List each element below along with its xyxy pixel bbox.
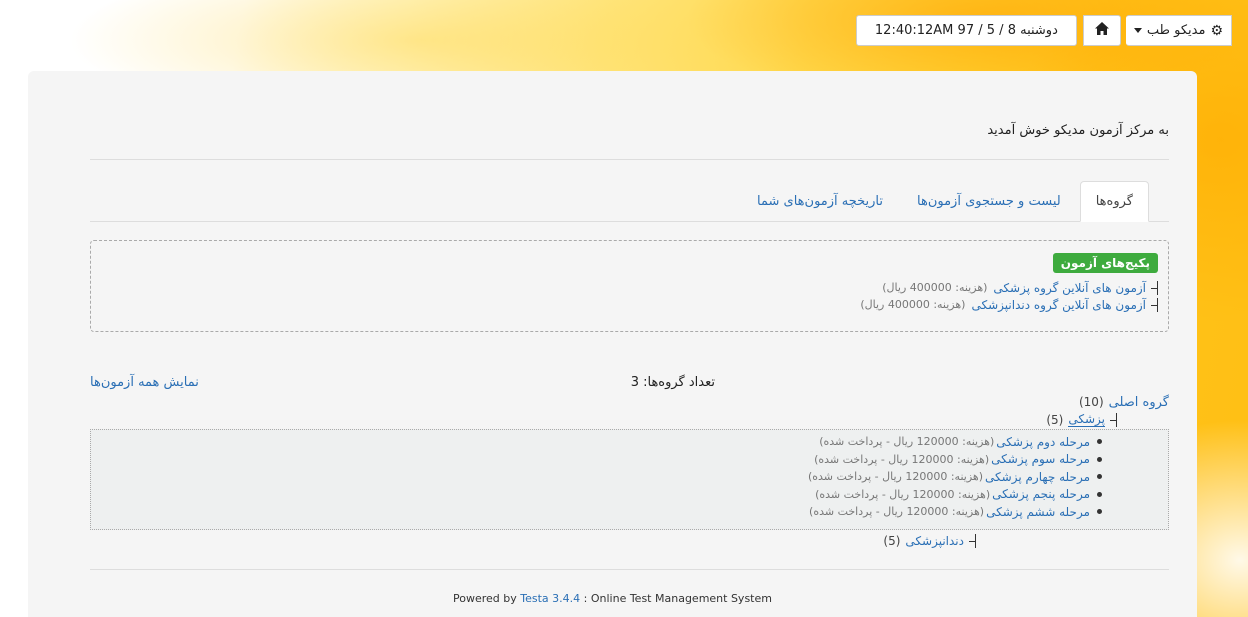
show-all-exams-link[interactable]: نمایش همه آزمون‌ها <box>90 375 199 390</box>
datetime-text: دوشنبه 8 / 5 / 97 12:40:12AM <box>874 23 1058 38</box>
divider <box>90 159 1169 160</box>
tree-connector <box>1108 412 1117 427</box>
exam-link[interactable]: مرحله پنجم پزشکی <box>992 487 1090 501</box>
footer-product-link[interactable]: Testa 3.4.4 <box>520 592 580 605</box>
exam-detail: (هزینه: 120000 ریال - پرداخت شده) <box>814 452 990 466</box>
exam-item: مرحله چهارم پزشکی (هزینه: 120000 ریال - … <box>91 468 1102 486</box>
chevron-down-icon <box>1133 28 1142 33</box>
packages-list: آزمون های آنلاین گروه پزشکی (هزینه: 4000… <box>91 279 1158 313</box>
gear-icon: ⚙ <box>1210 22 1223 39</box>
footer: Powered by Testa 3.4.4 : Online Test Man… <box>28 592 1197 605</box>
main-panel: به مرکز آزمون مدیکو خوش آمدید گروه‌ها لی… <box>28 71 1197 617</box>
welcome-message: به مرکز آزمون مدیکو خوش آمدید <box>987 123 1169 138</box>
subgroup-item: پزشکی (5) <box>1046 411 1117 428</box>
package-link[interactable]: آزمون های آنلاین گروه پزشکی <box>993 281 1146 295</box>
tab-bar: گروه‌ها لیست و جستجوی آزمون‌ها تاریخچه آ… <box>90 181 1169 222</box>
tab-label: گروه‌ها <box>1095 194 1133 209</box>
package-price: (هزینه: 400000 ریال) <box>860 298 966 311</box>
home-icon <box>1094 22 1109 39</box>
tab-exam-list[interactable]: لیست و جستجوی آزمون‌ها <box>902 181 1076 221</box>
package-item: آزمون های آنلاین گروه پزشکی (هزینه: 4000… <box>91 279 1158 296</box>
footer-prefix: Powered by <box>453 592 517 605</box>
tree-connector <box>1149 297 1158 312</box>
tree-connector <box>967 533 976 548</box>
divider <box>90 569 1169 570</box>
subgroup-count: (5) <box>1046 412 1064 427</box>
tab-label: تاریخچه آزمون‌های شما <box>757 193 884 209</box>
subgroup-link[interactable]: دندانپزشکی <box>905 534 964 548</box>
tree-connector <box>1149 280 1158 295</box>
exam-detail: (هزینه: 120000 ریال - پرداخت شده) <box>815 487 991 501</box>
bullet-icon <box>1097 456 1102 462</box>
footer-suffix: : Online Test Management System <box>583 592 772 605</box>
exam-list: مرحله دوم پزشکی (هزینه: 120000 ریال - پر… <box>90 429 1169 530</box>
exam-detail: (هزینه: 120000 ریال - پرداخت شده) <box>819 435 995 449</box>
package-link[interactable]: آزمون های آنلاین گروه دندانپزشکی <box>971 298 1146 312</box>
bullet-icon <box>1097 509 1102 515</box>
exam-link[interactable]: مرحله ششم پزشکی <box>986 505 1090 519</box>
exam-detail: (هزینه: 120000 ریال - پرداخت شده) <box>807 470 984 484</box>
exam-item: مرحله پنجم پزشکی (هزینه: 120000 ریال - پ… <box>91 486 1102 504</box>
bullet-icon <box>1097 439 1102 445</box>
user-name: مدیکو طب <box>1146 23 1206 38</box>
packages-box: پکیج‌های آزمون آزمون های آنلاین گروه پزش… <box>90 240 1169 332</box>
exam-item: مرحله ششم پزشکی (هزینه: 120000 ریال - پر… <box>91 503 1102 521</box>
exam-link[interactable]: مرحله چهارم پزشکی <box>985 470 1090 484</box>
group-count: تعداد گروه‌ها: 3 <box>630 375 715 390</box>
root-group: گروه اصلی (10) <box>1046 393 1169 411</box>
user-menu-button[interactable]: ⚙ مدیکو طب <box>1125 15 1232 46</box>
top-bar: دوشنبه 8 / 5 / 97 12:40:12AM ⚙ مدیکو طب <box>855 15 1232 46</box>
subgroup-link[interactable]: پزشکی <box>1068 412 1105 427</box>
exam-item: مرحله سوم پزشکی (هزینه: 120000 ریال - پر… <box>91 451 1102 469</box>
root-group-link[interactable]: گروه اصلی <box>1109 395 1169 410</box>
exam-link[interactable]: مرحله سوم پزشکی <box>991 452 1090 466</box>
package-item: آزمون های آنلاین گروه دندانپزشکی (هزینه:… <box>91 296 1158 313</box>
bullet-icon <box>1097 474 1102 480</box>
tab-exam-history[interactable]: تاریخچه آزمون‌های شما <box>742 181 898 221</box>
bullet-icon <box>1097 491 1102 497</box>
subgroup-count: (5) <box>883 533 901 548</box>
home-button[interactable] <box>1082 15 1121 46</box>
exam-link[interactable]: مرحله دوم پزشکی <box>996 435 1090 449</box>
datetime-display: دوشنبه 8 / 5 / 97 12:40:12AM <box>855 15 1077 46</box>
tab-label: لیست و جستجوی آزمون‌ها <box>917 193 1061 209</box>
tab-groups[interactable]: گروه‌ها <box>1079 181 1149 222</box>
exam-item: مرحله دوم پزشکی (هزینه: 120000 ریال - پر… <box>91 433 1102 451</box>
root-group-count: (10) <box>1078 395 1104 409</box>
exam-detail: (هزینه: 120000 ریال - پرداخت شده) <box>809 505 985 519</box>
package-price: (هزینه: 400000 ریال) <box>882 281 988 294</box>
packages-title: پکیج‌های آزمون <box>1052 253 1158 273</box>
group-tree: گروه اصلی (10) پزشکی (5) <box>1046 393 1169 428</box>
subgroup-item: دندانپزشکی (5) <box>883 532 976 549</box>
